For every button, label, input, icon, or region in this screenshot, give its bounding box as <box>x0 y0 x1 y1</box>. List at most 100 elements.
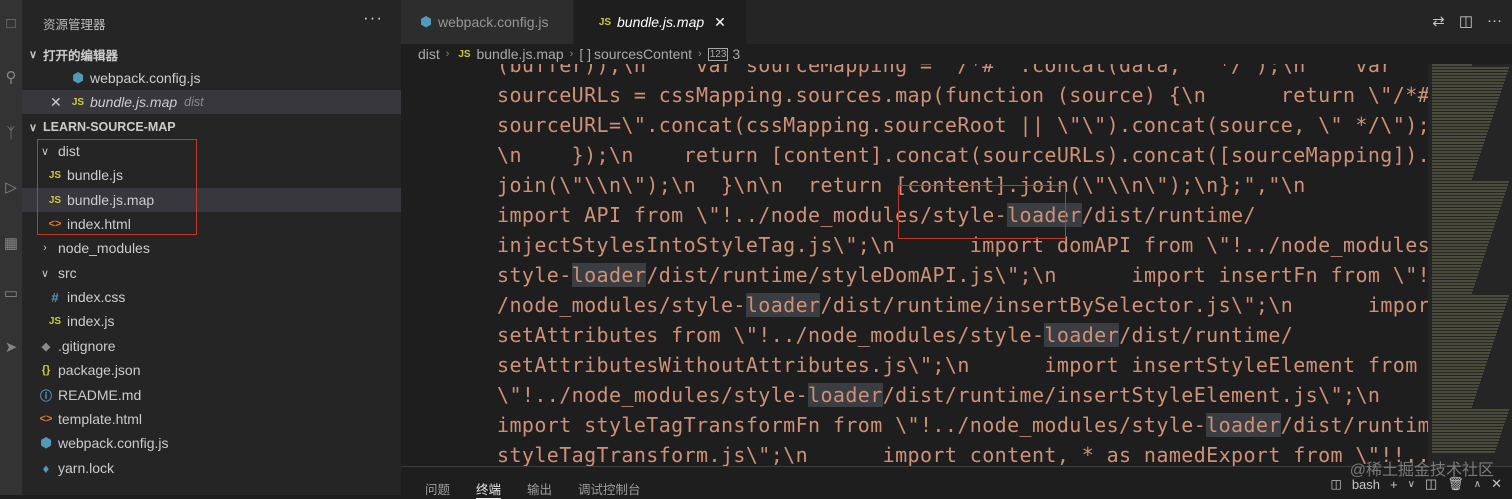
bottom-panel: 问题 终端 输出 调试控制台 ◫ bash + ∨ ◫ 🗑 ∧ ✕ <box>401 466 1512 499</box>
minimap-line <box>1432 190 1506 192</box>
explorer-header: 资源管理器 ··· <box>22 0 401 44</box>
open-editor-bundle-map[interactable]: ✕ JS bundle.js.map dist <box>22 90 429 114</box>
number-icon: 123 <box>707 47 729 61</box>
minimap-line <box>1432 259 1483 261</box>
project-section[interactable]: ∨ LEARN-SOURCE-MAP <box>22 115 405 139</box>
minimap-line <box>1432 286 1474 288</box>
minimap-line <box>1432 403 1473 405</box>
tree-item-label: template.html <box>58 411 143 427</box>
minimap-line <box>1432 238 1490 240</box>
minimap-line <box>1432 313 1503 315</box>
minimap-line <box>1432 133 1487 135</box>
webpack-icon: ⬢ <box>420 14 432 29</box>
chevron-up-icon[interactable]: ∧ <box>1474 479 1481 490</box>
tab-debug-console[interactable]: 调试控制台 <box>578 479 641 498</box>
minimap[interactable] <box>1428 64 1512 466</box>
minimap-line <box>1432 322 1500 324</box>
minimap-line <box>1432 88 1502 90</box>
minimap-line <box>1432 280 1476 282</box>
tree-item-yarn-lock[interactable]: ♦ yarn.lock <box>22 456 416 480</box>
run-debug-icon[interactable]: ▷ <box>0 176 22 198</box>
code-editor[interactable]: (buffer)),\n var sourceMapping = "/*# ".… <box>401 64 1428 466</box>
minimap-line <box>1432 295 1509 297</box>
tree-item-index-css[interactable]: # index.css <box>22 285 425 309</box>
minimap-line <box>1432 121 1491 123</box>
tree-item-index-js[interactable]: JS index.js <box>22 309 425 333</box>
search-match: loader <box>1206 413 1281 437</box>
files-icon[interactable]: □ <box>0 12 22 34</box>
more-actions-icon[interactable]: ··· <box>363 8 383 28</box>
open-editors-section[interactable]: ∨ 打开的编辑器 <box>22 42 405 66</box>
minimap-line <box>1432 115 1493 117</box>
tab-webpack-config[interactable]: ⬢ webpack.config.js <box>401 0 573 44</box>
minimap-line <box>1432 367 1485 369</box>
close-icon[interactable]: ✕ <box>714 14 726 31</box>
compare-icon[interactable]: ⇄ <box>1432 12 1445 30</box>
tree-item-label: src <box>58 265 77 281</box>
minimap-line <box>1432 310 1504 312</box>
terminal-icon: ◫ <box>1330 477 1342 491</box>
close-icon[interactable]: ✕ <box>50 94 64 111</box>
minimap-line <box>1432 208 1500 210</box>
tree-item-node-modules[interactable]: › node_modules <box>22 236 417 260</box>
chevron-down-icon[interactable]: ∨ <box>1408 479 1415 490</box>
tree-item-src[interactable]: ∨ src <box>22 261 417 285</box>
minimap-line <box>1432 346 1492 348</box>
tree-item-label: webpack.config.js <box>58 435 169 451</box>
yarn-icon: ♦ <box>42 460 50 476</box>
chevron-down-icon: ∨ <box>28 121 38 134</box>
tree-item-readme[interactable]: ⓘ README.md <box>22 383 416 407</box>
remote-icon[interactable]: ▭ <box>0 282 22 304</box>
minimap-line <box>1432 106 1496 108</box>
minimap-line <box>1432 274 1478 276</box>
minimap-line <box>1432 424 1504 426</box>
code-line: style-loader/dist/runtime/styleDomAPI.js… <box>497 263 1428 287</box>
code-line: setAttributes from \"!../node_modules/st… <box>497 323 1294 347</box>
search-icon[interactable]: ⚲ <box>0 66 22 88</box>
minimap-line <box>1432 430 1502 432</box>
tab-problems[interactable]: 问题 <box>425 479 450 498</box>
minimap-line <box>1432 298 1508 300</box>
tree-item-template-html[interactable]: <> template.html <box>22 407 416 431</box>
tab-terminal[interactable]: 终端 <box>476 479 502 499</box>
minimap-line <box>1432 199 1503 201</box>
minimap-line <box>1432 118 1492 120</box>
tree-item-package-json[interactable]: {} package.json <box>22 358 416 382</box>
more-icon[interactable]: ··· <box>1487 12 1502 30</box>
minimap-line <box>1432 355 1489 357</box>
webpack-icon: ⬢ <box>72 70 84 85</box>
chevron-right-icon: › <box>43 242 47 254</box>
breadcrumb-index[interactable]: 3 <box>732 46 740 62</box>
extensions-icon[interactable]: ▦ <box>0 232 22 254</box>
minimap-line <box>1432 139 1485 141</box>
tree-item-webpack-config[interactable]: ⬢ webpack.config.js <box>22 431 416 455</box>
tree-item-label: index.js <box>67 313 115 329</box>
json-icon: {} <box>41 364 51 376</box>
tools-icon[interactable]: ➤ <box>0 336 22 358</box>
minimap-line <box>1432 334 1496 336</box>
code-line: /node_modules/style-loader/dist/runtime/… <box>497 293 1428 317</box>
code-line: import styleTagTransformFn from \"!../no… <box>497 413 1428 437</box>
tab-bundle-map[interactable]: JS bundle.js.map ✕ <box>574 0 746 44</box>
minimap-line <box>1432 304 1506 306</box>
source-control-icon[interactable]: ᛉ <box>0 122 22 144</box>
code-line: sourceURLs = cssMapping.sources.map(func… <box>497 83 1428 107</box>
tab-output[interactable]: 输出 <box>527 479 552 498</box>
breadcrumb-file[interactable]: bundle.js.map <box>476 46 563 62</box>
minimap-line <box>1432 427 1503 429</box>
breadcrumb-key[interactable]: sourcesContent <box>594 46 692 62</box>
minimap-line <box>1432 409 1509 411</box>
minimap-line <box>1432 181 1509 183</box>
breadcrumb-dist[interactable]: dist <box>418 46 440 62</box>
chevron-right-icon: › <box>698 48 702 60</box>
highlight-box <box>37 139 197 235</box>
open-editor-webpack-config[interactable]: ⬢ webpack.config.js <box>22 66 448 90</box>
open-editor-label: webpack.config.js <box>90 70 201 86</box>
split-editor-icon[interactable]: ◫ <box>1459 12 1473 30</box>
minimap-line <box>1432 91 1501 93</box>
minimap-line <box>1432 67 1509 69</box>
minimap-line <box>1432 223 1495 225</box>
minimap-line <box>1432 388 1478 390</box>
minimap-line <box>1432 73 1507 75</box>
tree-item-gitignore[interactable]: ◆ .gitignore <box>22 334 416 358</box>
